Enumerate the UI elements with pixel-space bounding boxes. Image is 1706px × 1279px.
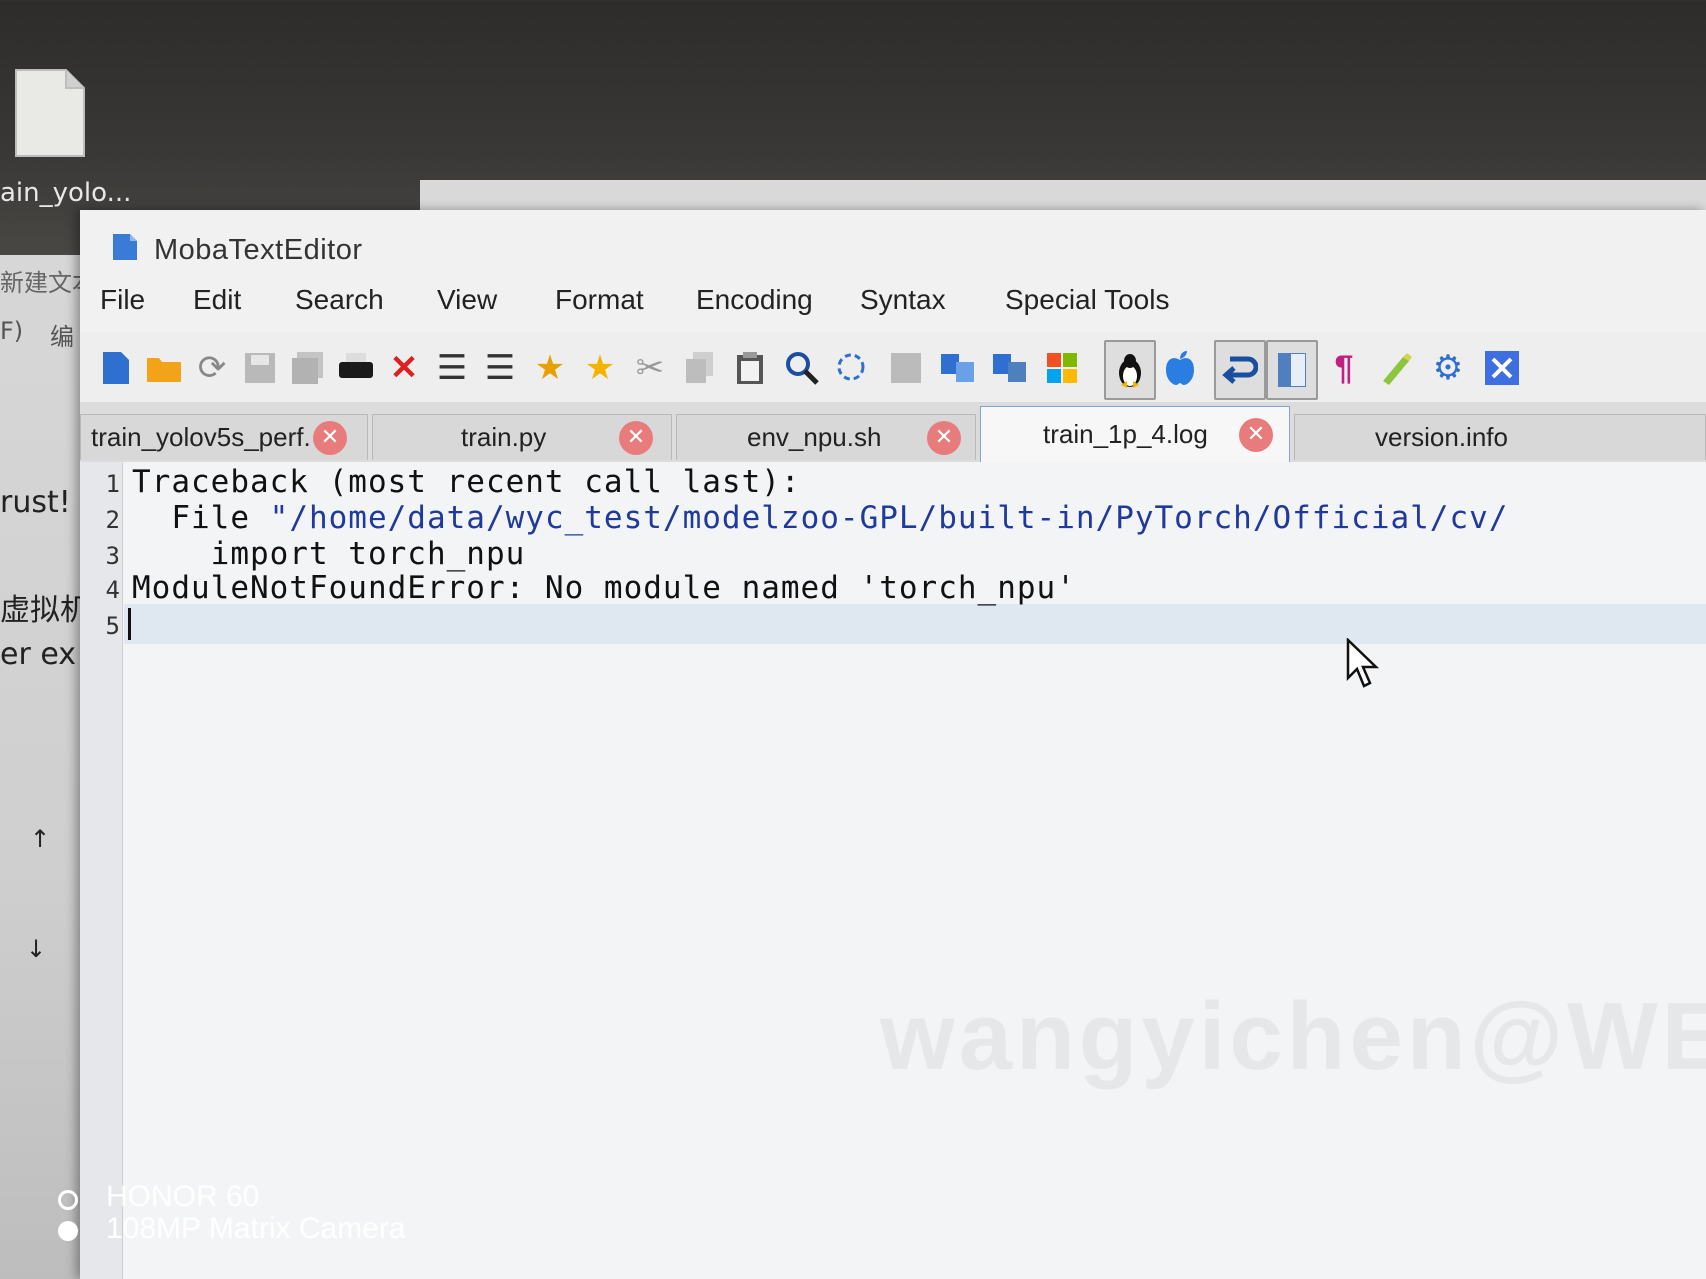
desktop-file-icon[interactable] xyxy=(14,68,86,158)
text-caret xyxy=(128,608,131,640)
menu-search[interactable]: Search xyxy=(295,284,384,316)
menu-syntax[interactable]: Syntax xyxy=(860,284,946,316)
camera-spec: 108MP Matrix Camera xyxy=(106,1212,406,1245)
close-x-icon[interactable] xyxy=(1482,348,1522,388)
tab-label: env_npu.sh xyxy=(747,422,882,452)
behind-text-7[interactable]: ↑ xyxy=(30,825,50,853)
line-number: 1 xyxy=(105,470,120,498)
tab-close-icon[interactable]: ✕ xyxy=(313,420,347,455)
tab-label: train.py xyxy=(461,422,547,452)
apple-icon[interactable] xyxy=(1160,348,1200,388)
behind-text-3: 编 xyxy=(50,323,74,351)
tab-train-yolov5s-perf[interactable]: train_yolov5s_perf... ✕ xyxy=(80,414,368,460)
bookmark-add-icon[interactable]: ★ xyxy=(530,348,570,388)
text-editor-area[interactable]: 1 2 3 4 5 Traceback (most recent call la… xyxy=(80,462,1706,1279)
app-title: MobaTextEditor xyxy=(154,234,363,266)
menu-edit[interactable]: Edit xyxy=(193,284,241,316)
behind-text-4: rust! xyxy=(0,485,71,520)
camera-ring-icon xyxy=(58,1190,78,1210)
tab-bar: train_yolov5s_perf... ✕ train.py ✕ env_n… xyxy=(80,402,1706,462)
unindent-icon[interactable]: ☰ xyxy=(432,348,472,388)
line-number-gutter: 1 2 3 4 5 xyxy=(80,462,123,1279)
word-wrap-icon[interactable] xyxy=(1214,340,1266,400)
mouse-cursor-icon xyxy=(1346,638,1380,688)
behind-text-6: er ex xyxy=(0,637,77,672)
windows-icon[interactable] xyxy=(1042,348,1082,388)
code-path-string: "/home/data/wyc_test/modelzoo-GPL/built-… xyxy=(269,500,1509,536)
line-number: 4 xyxy=(105,576,120,604)
behind-text-5: 虚拟机 xyxy=(0,593,90,628)
menu-view[interactable]: View xyxy=(437,284,497,316)
menu-bar: File Edit Search View Format Encoding Sy… xyxy=(80,272,1706,332)
settings-icon[interactable]: ⚙ xyxy=(1428,348,1468,388)
line-number: 3 xyxy=(105,542,120,570)
code-line-3[interactable]: import torch_npu xyxy=(132,536,525,572)
show-paragraph-icon[interactable]: ¶ xyxy=(1324,348,1364,388)
close-delete-icon[interactable]: ✕ xyxy=(384,348,424,388)
replace-icon[interactable] xyxy=(832,348,872,388)
indent-icon[interactable]: ☰ xyxy=(480,348,520,388)
line-number: 2 xyxy=(105,506,120,534)
save-icon[interactable] xyxy=(240,348,280,388)
menu-format[interactable]: Format xyxy=(555,284,644,316)
code-keyword-file: File xyxy=(132,500,270,536)
user-watermark: wangyichen@WEIC xyxy=(880,983,1706,1090)
line-number: 5 xyxy=(105,612,120,640)
bookmark-star-icon[interactable]: ★ xyxy=(580,348,620,388)
new-file-icon[interactable] xyxy=(96,348,136,388)
moba-text-editor-window: MobaTextEditor File Edit Search View For… xyxy=(80,210,1706,1279)
tab-close-icon[interactable]: ✕ xyxy=(1239,417,1273,452)
current-line-highlight xyxy=(124,604,1706,644)
code-line-1[interactable]: Traceback (most recent call last): xyxy=(132,464,801,500)
desktop-file-label: ain_yolo... xyxy=(0,178,132,208)
tab-version-info[interactable]: version.info xyxy=(1294,414,1706,460)
compare-icon[interactable] xyxy=(938,348,978,388)
camera-model: HONOR 60 xyxy=(106,1180,260,1213)
background-window: 新建文本 F) 编 rust! 虚拟机 er ex ↑ ↓ xyxy=(0,255,96,1279)
app-icon xyxy=(113,234,137,260)
background-window-edge xyxy=(420,180,1706,210)
tab-label: version.info xyxy=(1375,422,1508,452)
search-icon[interactable] xyxy=(782,348,822,388)
open-folder-icon[interactable] xyxy=(144,348,184,388)
behind-text-2: F) xyxy=(0,317,24,345)
code-line-4[interactable]: ModuleNotFoundError: No module named 'to… xyxy=(132,570,1076,606)
toolbar: ⟳ ✕ ☰ ☰ ★ ★ ✂ ¶ ⚙ xyxy=(80,332,1706,402)
save-all-icon[interactable] xyxy=(288,348,328,388)
code-line-2[interactable]: File "/home/data/wyc_test/modelzoo-GPL/b… xyxy=(132,500,1508,536)
camera-dot-icon xyxy=(58,1221,78,1241)
split-view-icon[interactable] xyxy=(1266,340,1318,400)
copy-icon[interactable] xyxy=(680,348,720,388)
tab-close-icon[interactable]: ✕ xyxy=(619,420,653,455)
menu-file[interactable]: File xyxy=(100,284,145,316)
grid-icon[interactable] xyxy=(886,348,926,388)
tab-label: train_yolov5s_perf... xyxy=(91,422,311,452)
highlighter-icon[interactable] xyxy=(1376,348,1416,388)
tab-train-1p-4-log[interactable]: train_1p_4.log ✕ xyxy=(980,406,1290,462)
tab-label: train_1p_4.log xyxy=(1043,419,1208,449)
cut-icon[interactable]: ✂ xyxy=(630,348,670,388)
menu-special-tools[interactable]: Special Tools xyxy=(1005,284,1169,316)
title-bar[interactable]: MobaTextEditor xyxy=(80,210,1706,272)
behind-text-8[interactable]: ↓ xyxy=(26,935,46,963)
print-icon[interactable] xyxy=(336,348,376,388)
tab-train-py[interactable]: train.py ✕ xyxy=(372,414,672,460)
linux-icon[interactable] xyxy=(1104,340,1156,400)
paste-icon[interactable] xyxy=(730,348,770,388)
tab-close-icon[interactable]: ✕ xyxy=(927,420,961,455)
menu-encoding[interactable]: Encoding xyxy=(696,284,813,316)
reload-icon[interactable]: ⟳ xyxy=(192,348,232,388)
tab-env-npu-sh[interactable]: env_npu.sh ✕ xyxy=(676,414,976,460)
sync-icon[interactable] xyxy=(990,348,1030,388)
